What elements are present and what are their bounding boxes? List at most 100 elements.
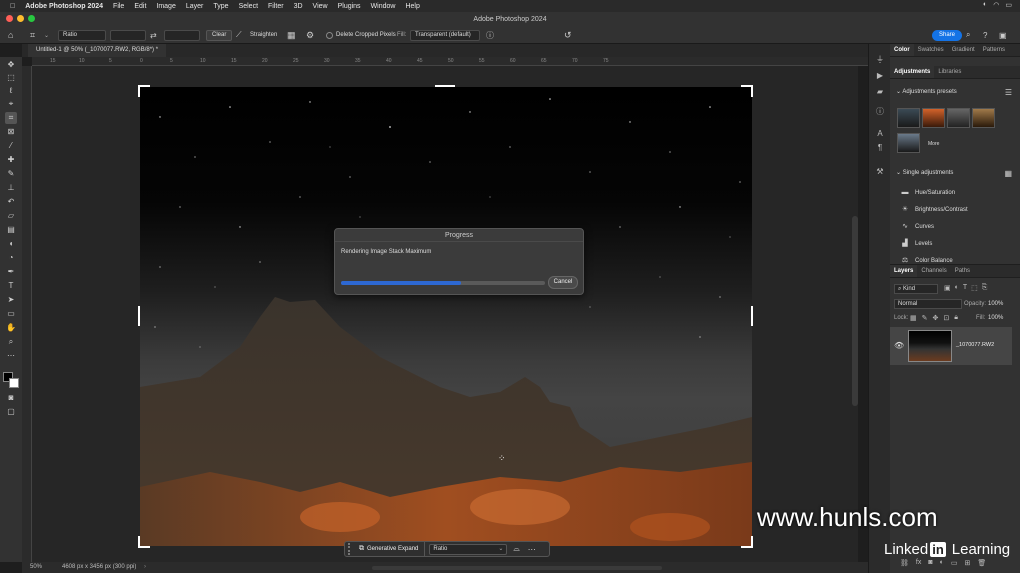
chevron-right-icon[interactable]: ›	[144, 562, 146, 573]
straighten-icon[interactable]: ⟋	[236, 29, 242, 41]
status-menu-icon[interactable]: ◐	[983, 1, 987, 9]
visibility-eye-icon[interactable]: 👁︎	[894, 341, 904, 350]
canvas-image[interactable]	[140, 87, 752, 546]
preset-thumb[interactable]	[897, 108, 920, 128]
adjustment-curves[interactable]: ∿ Curves	[900, 223, 934, 230]
zoom-level[interactable]: 50%	[30, 562, 42, 573]
new-group-icon[interactable]: ▭	[951, 559, 958, 567]
delete-layer-icon[interactable]: 🗑︎	[977, 559, 986, 567]
undo-reset-icon[interactable]: ↺	[564, 29, 572, 41]
menu-select[interactable]: Select	[239, 3, 258, 10]
crop-tool-icon[interactable]: ⌗	[5, 112, 17, 124]
wifi-icon[interactable]: ◠	[993, 1, 999, 9]
info-panel-icon[interactable]: ⓘ	[874, 106, 886, 118]
clone-stamp-tool-icon[interactable]: ⊥	[5, 182, 17, 194]
quick-mask-icon[interactable]: ◙	[5, 392, 17, 404]
grid-view-icon[interactable]: ▦	[1004, 169, 1012, 178]
opacity-input[interactable]: 100%	[988, 299, 1016, 309]
type-tool-icon[interactable]: T	[5, 280, 17, 292]
crop-handle-bottom-left[interactable]	[138, 536, 150, 548]
tab-libraries[interactable]: Libraries	[934, 66, 965, 78]
link-layers-icon[interactable]: ⛓︎	[900, 559, 909, 567]
comments-icon[interactable]: ▰	[874, 86, 886, 98]
close-window-button[interactable]	[6, 15, 13, 22]
adjustment-levels[interactable]: ▟ Levels	[900, 240, 932, 247]
tab-gradient[interactable]: Gradient	[948, 44, 979, 56]
crop-handle-top-left[interactable]	[138, 85, 150, 97]
eyedropper-tool-icon[interactable]: ⁄	[5, 140, 17, 152]
frame-tool-icon[interactable]: ⊠	[5, 126, 17, 138]
straighten-icon[interactable]: ⌓	[513, 544, 519, 554]
lasso-tool-icon[interactable]: ℓ	[5, 85, 17, 97]
more-tools-icon[interactable]: ⋯	[5, 350, 17, 362]
cancel-button[interactable]: Cancel	[548, 276, 578, 289]
menu-image[interactable]: Image	[156, 3, 175, 10]
tools-presets-icon[interactable]: ⚒	[874, 166, 886, 178]
new-layer-icon[interactable]: ⊞	[964, 559, 970, 567]
rectangle-tool-icon[interactable]: ▭	[5, 308, 17, 320]
menu-filter[interactable]: Filter	[268, 3, 284, 10]
blend-mode-select[interactable]: Normal	[894, 299, 962, 309]
gear-icon[interactable]: ⚙	[306, 29, 314, 41]
play-actions-icon[interactable]: ▶	[874, 70, 886, 82]
marquee-tool-icon[interactable]: ⬚	[5, 72, 17, 84]
hand-tool-icon[interactable]: ✋	[5, 322, 17, 334]
share-button[interactable]: Share	[932, 29, 963, 41]
lock-pixels-icon[interactable]: ✎	[922, 314, 928, 322]
lock-transparent-icon[interactable]: ▦	[910, 314, 917, 322]
preset-thumb[interactable]	[947, 108, 970, 128]
filter-adjustment-icon[interactable]: ◐	[955, 284, 959, 292]
info-icon[interactable]: ⓘ	[486, 29, 494, 41]
tab-paths[interactable]: Paths	[951, 265, 974, 277]
menu-3d[interactable]: 3D	[294, 3, 303, 10]
brush-tool-icon[interactable]: ✎	[5, 168, 17, 180]
search-icon[interactable]: ⌕	[966, 29, 970, 41]
tab-color[interactable]: Color	[890, 44, 914, 56]
tab-layers[interactable]: Layers	[890, 265, 918, 277]
crop-handle-top[interactable]	[435, 85, 455, 87]
generative-expand-button[interactable]: ⧉ Generative Expand	[353, 542, 426, 556]
vertical-scrollbar[interactable]	[852, 216, 858, 406]
swap-icon[interactable]: ⇄	[150, 29, 157, 41]
minimize-window-button[interactable]	[17, 15, 24, 22]
history-brush-tool-icon[interactable]: ↶	[5, 196, 17, 208]
preset-thumb[interactable]	[897, 133, 920, 153]
character-icon[interactable]: A	[874, 128, 886, 140]
zoom-window-button[interactable]	[28, 15, 35, 22]
fill-input[interactable]: 100%	[988, 315, 1003, 321]
healing-brush-tool-icon[interactable]: ✚	[5, 154, 17, 166]
add-mask-icon[interactable]: ◙	[928, 559, 932, 567]
gradient-tool-icon[interactable]: ▤	[5, 224, 17, 236]
adjustment-color-balance[interactable]: ⚖ Color Balance	[900, 257, 953, 264]
screen-mode-icon[interactable]: ▢	[5, 406, 17, 418]
ratio-select[interactable]: Ratio	[58, 29, 106, 41]
menu-view[interactable]: View	[313, 3, 328, 10]
clear-button[interactable]: Clear	[206, 29, 233, 41]
lock-position-icon[interactable]: ✥	[933, 314, 939, 322]
filter-type-icon[interactable]: T	[963, 284, 967, 292]
straighten-label[interactable]: Straighten	[250, 29, 277, 41]
document-tab[interactable]: Untitled-1 @ 50% (_1070077.RW2, RGB/8*) …	[28, 44, 167, 57]
dodge-tool-icon[interactable]: ◔	[5, 252, 17, 264]
adjustment-brightness-contrast[interactable]: ☀ Brightness/Contrast	[900, 206, 968, 213]
move-tool-icon[interactable]: ✥	[5, 59, 17, 71]
more-presets-link[interactable]: More	[928, 141, 939, 147]
zoom-tool-icon[interactable]: ⌕	[5, 336, 17, 348]
preset-thumb[interactable]	[922, 108, 945, 128]
history-icon[interactable]: ⏚	[874, 54, 886, 66]
single-adjustments-header[interactable]: ⌄ Single adjustments	[896, 169, 953, 176]
crop-handle-bottom-right[interactable]	[741, 536, 753, 548]
eraser-tool-icon[interactable]: ▱	[5, 210, 17, 222]
fx-icon[interactable]: fx	[916, 559, 921, 567]
layer-row[interactable]: 👁︎ _1070077.RW2	[890, 327, 1012, 365]
workspace-icon[interactable]: ▣	[999, 29, 1007, 41]
menu-edit[interactable]: Edit	[134, 3, 146, 10]
path-select-tool-icon[interactable]: ➤	[5, 294, 17, 306]
adjustment-hue-saturation[interactable]: ▬ Hue/Saturation	[900, 189, 956, 196]
menu-type[interactable]: Type	[213, 3, 228, 10]
help-icon[interactable]: ?	[983, 29, 987, 41]
pen-tool-icon[interactable]: ✒	[5, 266, 17, 278]
preset-thumb[interactable]	[972, 108, 995, 128]
tab-channels[interactable]: Channels	[917, 265, 950, 277]
blur-tool-icon[interactable]: ◖	[5, 238, 17, 250]
